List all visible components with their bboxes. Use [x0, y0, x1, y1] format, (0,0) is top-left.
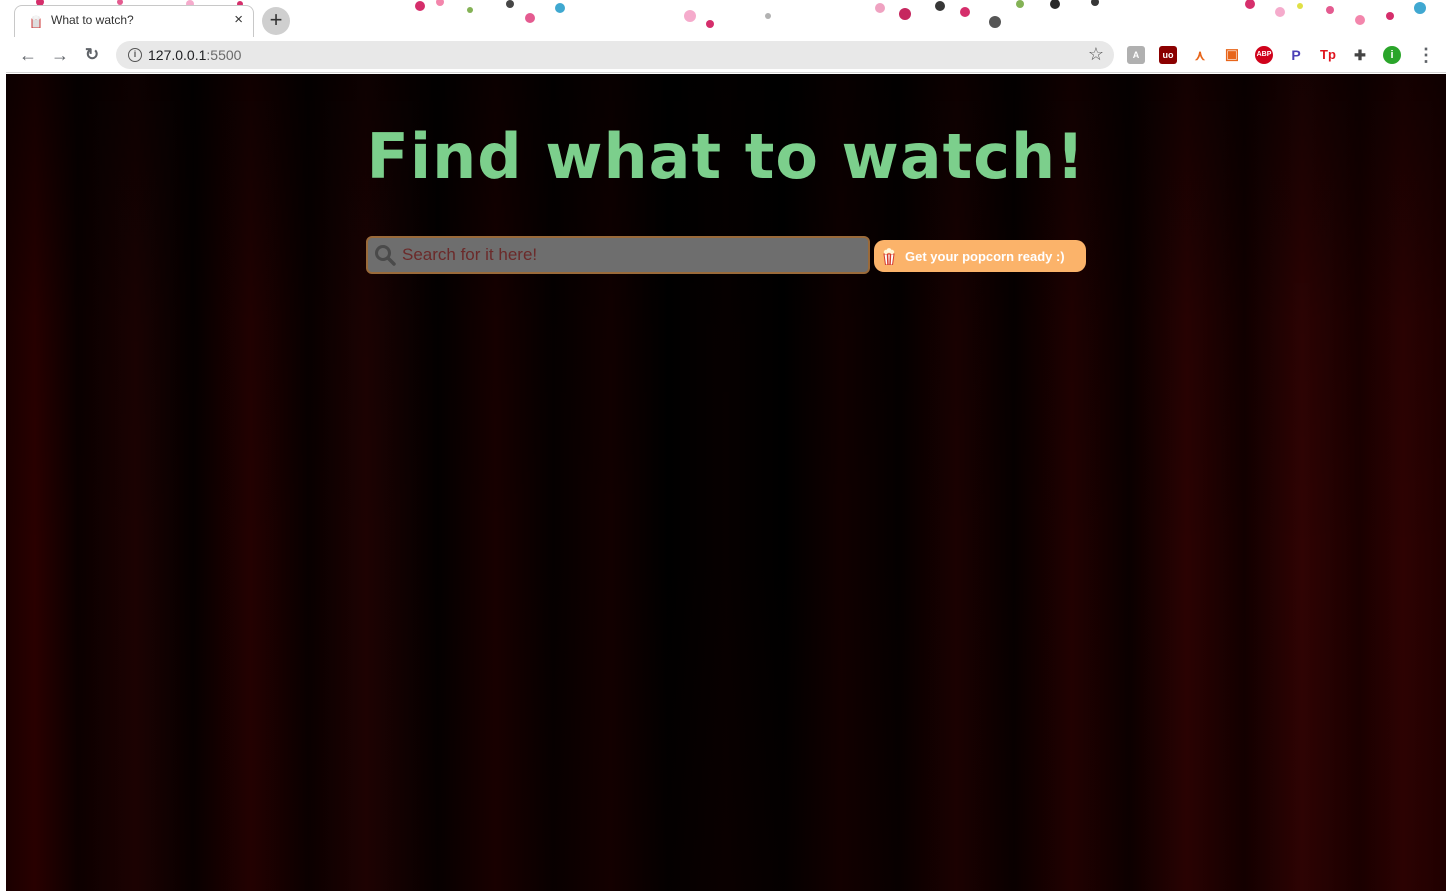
tp-ext-icon[interactable]: Tp	[1319, 46, 1337, 64]
close-tab-icon[interactable]: ×	[234, 11, 243, 29]
address-bar[interactable]: i 127.0.0.1:5500 ☆	[116, 41, 1114, 69]
reload-icon[interactable]: ↻	[80, 43, 104, 67]
forward-arrow-icon[interactable]: →	[48, 43, 72, 67]
profile-avatar-icon[interactable]: i	[1383, 46, 1401, 64]
grid-ext-icon[interactable]: ▣	[1223, 46, 1241, 64]
browser-tab[interactable]: What to watch? ×	[14, 5, 254, 37]
menu-kebab-icon[interactable]: ⋮	[1414, 43, 1438, 67]
popcorn-ready-button[interactable]: Get your popcorn ready :)	[874, 240, 1086, 272]
puzzle-ext-icon[interactable]: ✚	[1351, 46, 1369, 64]
popcorn-favicon-icon	[31, 15, 41, 28]
search-input[interactable]	[402, 242, 862, 268]
bookmark-star-icon[interactable]: ☆	[1088, 44, 1104, 65]
url-text[interactable]: 127.0.0.1:5500	[148, 47, 241, 63]
browser-tabstrip: What to watch? × +	[0, 0, 1446, 37]
info-icon[interactable]: i	[128, 48, 142, 62]
search-icon	[375, 245, 396, 266]
p-ext-icon[interactable]: P	[1287, 46, 1305, 64]
back-arrow-icon[interactable]: ←	[16, 43, 40, 67]
popcorn-icon	[883, 248, 895, 265]
page-title: Find what to watch!	[366, 120, 1086, 193]
adblock-ext-icon[interactable]: ABP	[1255, 46, 1273, 64]
ublock-ext-icon[interactable]: uo	[1159, 46, 1177, 64]
popcorn-button-label: Get your popcorn ready :)	[905, 248, 1065, 264]
new-tab-button[interactable]: +	[262, 7, 290, 35]
browser-toolbar: ← → ↻ i 127.0.0.1:5500 ☆ A uo ⋏ ▣ ABP P …	[6, 37, 1446, 73]
orange-ext-icon[interactable]: ⋏	[1191, 46, 1209, 64]
tab-title: What to watch?	[51, 13, 134, 27]
page-content: Find what to watch! Get your popcorn rea…	[6, 74, 1446, 891]
translate-ext-icon[interactable]: A	[1127, 46, 1145, 64]
search-box[interactable]	[366, 236, 870, 274]
